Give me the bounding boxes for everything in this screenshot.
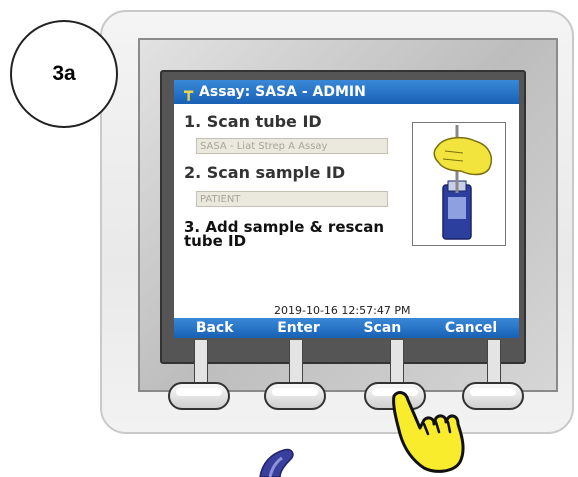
button-stalk [487,340,501,386]
softkey-enter[interactable]: Enter [277,320,320,336]
step3-instruction: 3. Add sample & rescan tube ID [184,220,404,250]
add-sample-illustration [412,122,506,246]
back-hardware-button[interactable] [168,382,230,410]
step-badge: 3a [10,20,118,128]
lcd-screen: ┳ Assay: SASA - ADMIN 1. Scan tube ID SA… [174,80,519,338]
step2-label: 2. Scan sample ID [184,163,346,182]
button-stalk [289,340,303,386]
tube-id-field: SASA - Liat Strep A Assay [196,138,388,154]
pointing-hand-icon [392,391,465,473]
screen-title-bar: ┳ Assay: SASA - ADMIN [174,80,519,104]
tube-fragment-icon [259,448,294,477]
timestamp: 2019-10-16 12:57:47 PM [274,304,411,317]
screen-title: Assay: SASA - ADMIN [199,84,366,100]
sample-id-field: PATIENT [196,191,388,207]
button-stalk [390,340,404,386]
softkey-scan[interactable]: Scan [363,320,401,336]
softkey-cancel[interactable]: Cancel [445,320,497,336]
step1-label: 1. Scan tube ID [184,112,322,131]
button-stalk [194,340,208,386]
softkey-bar: Back Enter Scan Cancel [174,318,519,338]
sample-swab-illustration-icon [433,125,493,240]
enter-hardware-button[interactable] [264,382,326,410]
tube-icon: ┳ [184,83,194,101]
step3-line2: tube ID [184,232,247,250]
softkey-back[interactable]: Back [196,320,234,336]
